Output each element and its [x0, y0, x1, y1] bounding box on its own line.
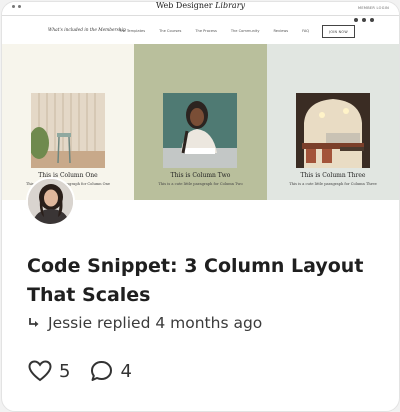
join-now-button: JOIN NOW: [322, 25, 355, 38]
column-one: This is Column One This is a cute little…: [2, 44, 134, 200]
member-login-link: MEMBER LOGIN: [358, 6, 389, 10]
preview-header: Web Designer Library MEMBER LOGIN: [2, 2, 399, 20]
column-title: This is Column Two: [170, 172, 231, 179]
nav-title: What's included in the Membership: [48, 28, 126, 33]
column-two: This is Column Two This is a cute little…: [134, 44, 267, 200]
site-title: Web Designer Library: [155, 2, 246, 10]
column-one-image: [31, 93, 105, 168]
post-meta: Jessie replied 4 months ago: [28, 314, 262, 332]
column-three-image: [296, 93, 370, 168]
more-options-icon[interactable]: [354, 18, 374, 22]
nav-item: Reviews: [273, 29, 289, 33]
comment-button[interactable]: 4: [90, 360, 132, 382]
reply-meta-text: Jessie replied 4 months ago: [48, 314, 263, 332]
nav-item: FAQ: [302, 29, 310, 33]
heart-icon: [28, 360, 52, 382]
nav-item: The Templates: [119, 29, 146, 33]
comment-icon: [91, 361, 113, 381]
nav-item: The Community: [230, 29, 260, 33]
like-count: 5: [59, 360, 71, 382]
preview-columns: This is Column One This is a cute little…: [2, 44, 399, 200]
column-two-image: [163, 93, 237, 168]
nav-items: The Templates The Courses The Process Th…: [119, 29, 323, 33]
nav-item: The Process: [195, 29, 217, 33]
column-text: This is a cute little paragraph for Colu…: [158, 182, 243, 186]
post-stats: 5 4: [28, 360, 152, 382]
post-card[interactable]: Web Designer Library MEMBER LOGIN What's…: [1, 1, 400, 412]
nav-item: The Courses: [159, 29, 182, 33]
column-title: This is Column Three: [300, 172, 366, 179]
post-title[interactable]: Code Snippet: 3 Column Layout That Scale…: [27, 252, 387, 310]
column-three: This is Column Three This is a cute litt…: [267, 44, 399, 200]
header-divider: [2, 15, 399, 16]
column-title: This is Column One: [38, 172, 98, 179]
column-text: This is a cute little paragraph for Colu…: [289, 182, 377, 186]
preview-nav: What's included in the Membership The Te…: [2, 22, 399, 40]
post-preview-image[interactable]: Web Designer Library MEMBER LOGIN What's…: [2, 2, 399, 200]
reply-arrow-icon: [29, 318, 39, 327]
like-button[interactable]: 5: [28, 360, 70, 382]
comment-count: 4: [120, 360, 132, 382]
avatar[interactable]: [26, 177, 75, 226]
